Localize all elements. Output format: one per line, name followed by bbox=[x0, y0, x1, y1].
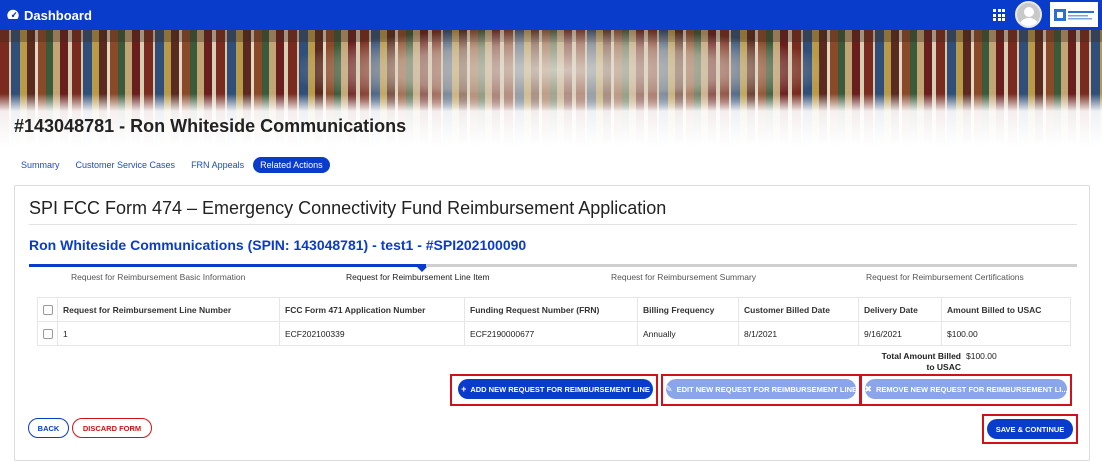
form-card: SPI FCC Form 474 – Emergency Connectivit… bbox=[14, 185, 1090, 461]
step-summary[interactable]: Request for Reimbursement Summary bbox=[611, 272, 756, 282]
add-reimbursement-line-button[interactable]: + ADD NEW REQUEST FOR REIMBURSEMENT LINE bbox=[458, 379, 653, 399]
page-tabs: Summary Customer Service Cases FRN Appea… bbox=[14, 156, 332, 174]
page-title: #143048781 - Ron Whiteside Communication… bbox=[14, 116, 407, 136]
top-navigation-bar: Dashboard bbox=[0, 0, 1102, 30]
back-button[interactable]: BACK bbox=[28, 418, 69, 438]
total-amount-value: $100.00 bbox=[966, 351, 997, 361]
close-icon: ✖ bbox=[865, 383, 872, 394]
col-form-471-number[interactable]: FCC Form 471 Application Number bbox=[279, 297, 465, 322]
cell-billing-frequency: Annually bbox=[637, 321, 739, 346]
select-all-checkbox[interactable] bbox=[42, 304, 53, 315]
cell-amount-billed: $100.00 bbox=[941, 321, 1071, 346]
divider bbox=[29, 224, 1077, 225]
col-frn[interactable]: Funding Request Number (FRN) bbox=[464, 297, 638, 322]
cell-customer-billed-date: 8/1/2021 bbox=[738, 321, 859, 346]
col-billing-frequency[interactable]: Billing Frequency bbox=[637, 297, 739, 322]
apps-grid-icon[interactable] bbox=[993, 9, 1005, 21]
col-customer-billed-date[interactable]: Customer Billed Date bbox=[738, 297, 859, 322]
row-checkbox[interactable] bbox=[42, 328, 53, 339]
stepper-progress bbox=[29, 264, 426, 267]
col-delivery-date[interactable]: Delivery Date bbox=[858, 297, 942, 322]
select-all-cell bbox=[37, 297, 58, 322]
tab-related-actions[interactable]: Related Actions bbox=[253, 157, 330, 173]
tab-frn-appeals[interactable]: FRN Appeals bbox=[184, 157, 251, 173]
cell-frn: ECF2190000677 bbox=[464, 321, 638, 346]
reimbursement-lines-table: Request for Reimbursement Line Number FC… bbox=[37, 297, 1071, 346]
form-title: SPI FCC Form 474 – Emergency Connectivit… bbox=[29, 198, 667, 218]
step-line-item[interactable]: Request for Reimbursement Line Item bbox=[346, 272, 490, 282]
tab-customer-service-cases[interactable]: Customer Service Cases bbox=[69, 157, 183, 173]
edit-reimbursement-line-button[interactable]: ✎ EDIT NEW REQUEST FOR REIMBURSEMENT LIN… bbox=[666, 379, 856, 399]
cell-form-471-number: ECF202100339 bbox=[279, 321, 465, 346]
dashboard-icon bbox=[7, 9, 19, 20]
step-certifications[interactable]: Request for Reimbursement Certifications bbox=[866, 272, 1024, 282]
cell-delivery-date: 9/16/2021 bbox=[858, 321, 942, 346]
avatar[interactable] bbox=[1015, 1, 1042, 28]
form-subtitle: Ron Whiteside Communications (SPIN: 1430… bbox=[29, 237, 527, 253]
save-continue-button[interactable]: SAVE & CONTINUE bbox=[987, 419, 1073, 439]
dashboard-link[interactable]: Dashboard bbox=[24, 8, 92, 23]
usac-logo bbox=[1050, 2, 1098, 27]
usac-logo-icon bbox=[1054, 8, 1094, 21]
col-amount-billed[interactable]: Amount Billed to USAC bbox=[941, 297, 1071, 322]
table-header-row: Request for Reimbursement Line Number FC… bbox=[37, 297, 1071, 322]
table-row[interactable]: 1 ECF202100339 ECF2190000677 Annually 8/… bbox=[37, 321, 1071, 346]
row-select-cell bbox=[37, 321, 58, 346]
tab-summary[interactable]: Summary bbox=[14, 157, 67, 173]
plus-icon: + bbox=[461, 384, 467, 394]
total-amount-label: Total Amount Billed to USAC bbox=[881, 351, 961, 372]
step-basic-information[interactable]: Request for Reimbursement Basic Informat… bbox=[71, 272, 245, 282]
cell-line-number: 1 bbox=[57, 321, 280, 346]
col-line-number[interactable]: Request for Reimbursement Line Number bbox=[57, 297, 280, 322]
discard-form-button[interactable]: DISCARD FORM bbox=[72, 418, 152, 438]
remove-reimbursement-line-button[interactable]: ✖ REMOVE NEW REQUEST FOR REIMBURSEMENT L… bbox=[865, 379, 1067, 399]
pencil-icon: ✎ bbox=[666, 383, 673, 394]
